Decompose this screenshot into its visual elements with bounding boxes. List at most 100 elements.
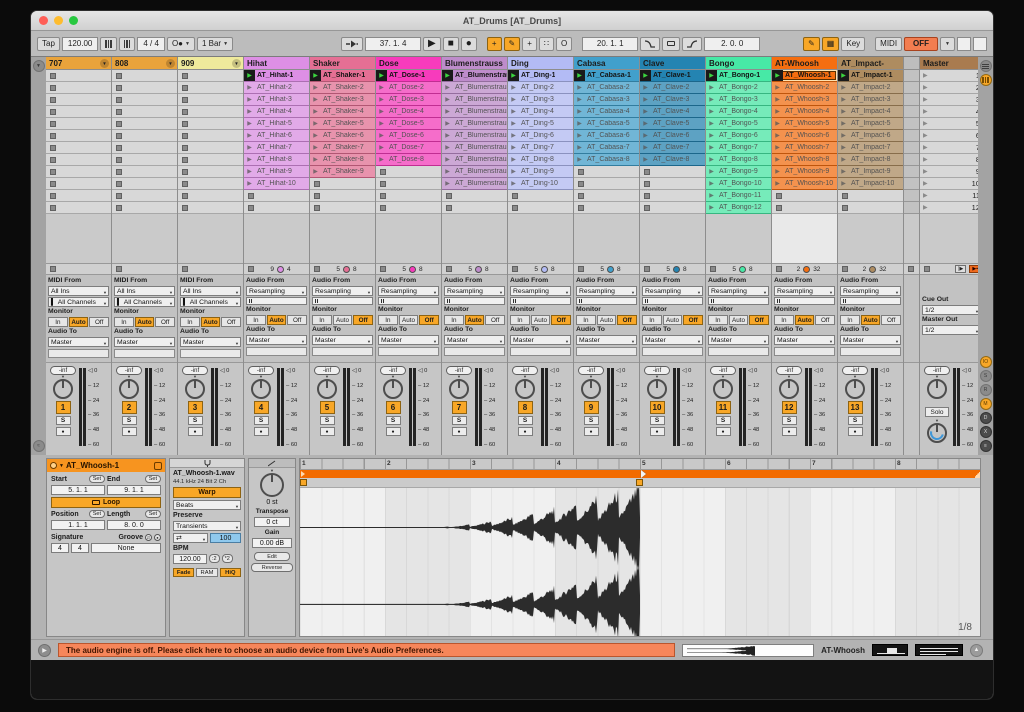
output-type-select[interactable]: Master bbox=[840, 335, 901, 345]
clip-launch-icon[interactable]: ▶ bbox=[838, 130, 849, 141]
clip-slot[interactable]: ▶AT_Impact-2 bbox=[838, 82, 903, 94]
monitor-in-button[interactable]: In bbox=[246, 315, 266, 325]
clip-slot[interactable]: ▶AT_Blumenstrauss-1 bbox=[442, 70, 507, 82]
clip-slot[interactable]: ▶AT_Hihat-2 bbox=[244, 82, 309, 94]
monitor-off-button[interactable]: Off bbox=[221, 317, 241, 327]
clip-launch-icon[interactable]: ▶ bbox=[244, 118, 255, 129]
drop-area-column[interactable] bbox=[904, 57, 920, 455]
clip-slot[interactable]: ▶AT_Ding-7 bbox=[508, 142, 573, 154]
clip-launch-icon[interactable]: ▶ bbox=[838, 142, 849, 153]
clip-slot[interactable]: ▶AT_Whoosh-8 bbox=[772, 154, 837, 166]
clip-slot[interactable]: ▶AT_Impact-3 bbox=[838, 94, 903, 106]
output-type-select[interactable]: Master bbox=[708, 335, 769, 345]
input-type-select[interactable]: Resampling bbox=[378, 286, 439, 296]
warp-mode-select[interactable]: Beats bbox=[173, 500, 241, 510]
double-bpm-button[interactable]: *2 bbox=[222, 554, 233, 563]
empty-clip-slot[interactable] bbox=[112, 94, 177, 106]
scene-launch-icon[interactable]: ▶ bbox=[923, 72, 928, 79]
monitor-auto-button[interactable]: Auto bbox=[135, 317, 155, 327]
monitor-off-button[interactable]: Off bbox=[353, 315, 373, 325]
clip-launch-icon[interactable]: ▶ bbox=[244, 70, 255, 81]
empty-clip-slot[interactable] bbox=[46, 142, 111, 154]
empty-clip-slot[interactable] bbox=[112, 106, 177, 118]
automation-arm-button[interactable]: ✎ bbox=[504, 37, 521, 51]
scene-slot[interactable]: ▶11 bbox=[920, 190, 978, 202]
clip-slot[interactable]: ▶AT_Clave-2 bbox=[640, 82, 705, 94]
time-signature-field[interactable]: 4 / 4 bbox=[137, 37, 165, 51]
clip-slot[interactable]: ▶AT_Dose-5 bbox=[376, 118, 441, 130]
track-fold-icon[interactable]: ▼ bbox=[166, 59, 175, 68]
clip-slot[interactable]: ▶AT_Shaker-8 bbox=[310, 154, 375, 166]
marker-strip[interactable] bbox=[300, 478, 980, 488]
clip-slot[interactable]: ▶AT_Impact-5 bbox=[838, 118, 903, 130]
loop-toggle-button[interactable]: Loop bbox=[51, 497, 161, 508]
arm-button[interactable]: ● bbox=[848, 427, 863, 436]
scene-launch-icon[interactable]: ▶ bbox=[923, 168, 928, 175]
clip-launch-icon[interactable]: ▶ bbox=[376, 154, 387, 165]
back-to-arrangement-outline-icon[interactable]: |▶ bbox=[955, 265, 966, 273]
scene-launch-icon[interactable]: ▶ bbox=[923, 204, 928, 211]
clip-launch-icon[interactable]: ▶ bbox=[310, 130, 321, 141]
show-io-toggle-icon[interactable]: IO bbox=[980, 356, 992, 368]
detune-field[interactable]: 0 ct bbox=[254, 517, 290, 527]
solo-button[interactable]: S bbox=[122, 416, 137, 425]
transpose-knob[interactable] bbox=[260, 473, 284, 497]
track-header[interactable]: 808▼ bbox=[112, 57, 177, 70]
input-type-select[interactable]: Resampling bbox=[576, 286, 637, 296]
input-channel-meter[interactable] bbox=[576, 297, 637, 305]
clip-launch-icon[interactable]: ▶ bbox=[376, 142, 387, 153]
clip-launch-icon[interactable]: ▶ bbox=[508, 118, 519, 129]
clip-launch-icon[interactable]: ▶ bbox=[244, 94, 255, 105]
scene-slot[interactable]: ▶4 bbox=[920, 106, 978, 118]
loop-length-field[interactable]: 2. 0. 0 bbox=[704, 37, 760, 51]
clip-slot[interactable]: ▶AT_Whoosh-10 bbox=[772, 178, 837, 190]
clip-slot[interactable]: ▶AT_Whoosh-2 bbox=[772, 82, 837, 94]
show-sends-toggle-icon[interactable]: S bbox=[980, 370, 992, 382]
clip-slot[interactable]: ▶AT_Bongo-5 bbox=[706, 118, 771, 130]
empty-clip-slot[interactable] bbox=[178, 202, 243, 214]
clip-launch-icon[interactable]: ▶ bbox=[706, 70, 717, 81]
arm-button[interactable]: ● bbox=[320, 427, 335, 436]
input-type-select[interactable]: All Ins bbox=[48, 286, 109, 296]
clip-launch-icon[interactable]: ▶ bbox=[640, 142, 651, 153]
clip-launch-icon[interactable]: ▶ bbox=[640, 82, 651, 93]
empty-clip-slot[interactable] bbox=[640, 190, 705, 202]
volume-knob[interactable] bbox=[383, 379, 403, 399]
empty-clip-slot[interactable] bbox=[112, 190, 177, 202]
track-activator-button[interactable]: 8 bbox=[518, 401, 533, 414]
session-view-toggle-icon[interactable] bbox=[980, 74, 992, 86]
segment-bpm-field[interactable]: 120.00 bbox=[173, 554, 207, 564]
clip-slot[interactable]: ▶AT_Ding-9 bbox=[508, 166, 573, 178]
clip-launch-icon[interactable]: ▶ bbox=[310, 166, 321, 177]
loop-start-handle[interactable] bbox=[300, 479, 307, 486]
computer-midi-keyboard-button[interactable]: ▦ bbox=[822, 37, 840, 51]
empty-clip-slot[interactable] bbox=[838, 190, 903, 202]
scene-slot[interactable]: ▶8 bbox=[920, 154, 978, 166]
clip-slot[interactable]: ▶AT_Clave-8 bbox=[640, 154, 705, 166]
empty-clip-slot[interactable] bbox=[46, 202, 111, 214]
clip-slot[interactable]: ▶AT_Bongo-6 bbox=[706, 130, 771, 142]
track-stop-button[interactable] bbox=[116, 266, 122, 272]
monitor-off-button[interactable]: Off bbox=[815, 315, 835, 325]
empty-clip-slot[interactable] bbox=[112, 154, 177, 166]
clip-slot[interactable]: ▶AT_Impact-8 bbox=[838, 154, 903, 166]
clip-slot[interactable]: ▶AT_Shaker-6 bbox=[310, 130, 375, 142]
stop-button[interactable]: ■ bbox=[443, 37, 459, 51]
clip-slot[interactable]: ▶AT_Cabasa-8 bbox=[574, 154, 639, 166]
clip-launch-icon[interactable]: ▶ bbox=[838, 94, 849, 105]
clip-launch-icon[interactable]: ▶ bbox=[640, 130, 651, 141]
input-type-select[interactable]: Resampling bbox=[510, 286, 571, 296]
volume-knob[interactable] bbox=[53, 379, 73, 399]
input-type-select[interactable]: Resampling bbox=[708, 286, 769, 296]
empty-clip-slot[interactable] bbox=[178, 94, 243, 106]
solo-button[interactable]: S bbox=[386, 416, 401, 425]
clip-activator-icon[interactable] bbox=[50, 462, 57, 469]
clip-launch-icon[interactable]: ▶ bbox=[508, 130, 519, 141]
clip-slot[interactable]: ▶AT_Hihat-9 bbox=[244, 166, 309, 178]
empty-clip-slot[interactable] bbox=[508, 202, 573, 214]
monitor-in-button[interactable]: In bbox=[378, 315, 398, 325]
clip-launch-icon[interactable]: ▶ bbox=[310, 154, 321, 165]
empty-clip-slot[interactable] bbox=[310, 178, 375, 190]
empty-clip-slot[interactable] bbox=[112, 82, 177, 94]
show-track-delay-toggle-icon[interactable]: D bbox=[980, 412, 992, 424]
